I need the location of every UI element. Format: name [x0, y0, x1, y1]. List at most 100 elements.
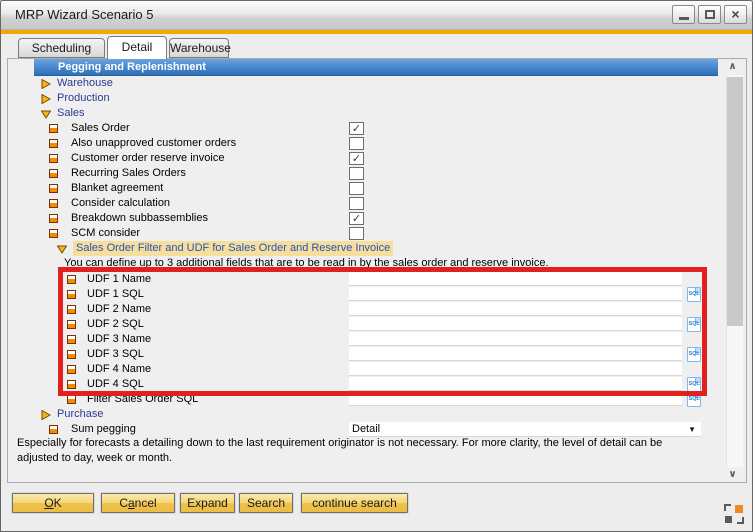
collapsed-triangle-icon[interactable]: [41, 94, 51, 104]
udf-row-2-sql: UDF 2 SQL SQL: [34, 317, 718, 332]
scrollbar-thumb[interactable]: [727, 77, 743, 326]
sql-editor-icon[interactable]: SQL: [687, 377, 701, 392]
option-label: Blanket agreement: [71, 181, 163, 196]
option-label: Customer order reserve invoice: [71, 151, 224, 166]
sql-icon-label: SQL: [689, 349, 700, 361]
tree-item-label: Sales: [57, 106, 85, 121]
checkbox-breakdown-subassemblies[interactable]: ✓: [349, 212, 364, 225]
option-label: Breakdown subbassemblies: [71, 211, 208, 226]
maximize-icon: [705, 10, 715, 19]
udf-1-sql-input[interactable]: [349, 287, 682, 301]
titlebar: MRP Wizard Scenario 5 ×: [1, 1, 752, 30]
tree-item-purchase[interactable]: Purchase: [34, 407, 718, 422]
udf-label: UDF 2 Name: [87, 302, 151, 317]
udf-label: UDF 4 SQL: [87, 377, 144, 392]
resize-grip-icon[interactable]: [724, 504, 744, 524]
udf-4-sql-input[interactable]: [349, 377, 682, 391]
option-row-unapproved-orders: Also unapproved customer orders: [34, 136, 718, 151]
expand-button[interactable]: Expand: [180, 493, 235, 513]
continue-search-button[interactable]: continue search: [301, 493, 408, 513]
udf-4-name-input[interactable]: [349, 362, 682, 376]
checkbox-reserve-invoice[interactable]: ✓: [349, 152, 364, 165]
udf-3-name-input[interactable]: [349, 332, 682, 346]
tree-item-label: Production: [57, 91, 110, 106]
field-bullet-icon: [67, 275, 76, 284]
udf-3-sql-input[interactable]: [349, 347, 682, 361]
checkbox-unapproved-orders[interactable]: [349, 137, 364, 150]
expanded-triangle-icon[interactable]: [41, 109, 51, 119]
field-bullet-icon: [67, 335, 76, 344]
tree-item-production[interactable]: Production: [34, 91, 718, 106]
filter-sales-order-sql-row: Filter Sales Order SQL SQL: [34, 392, 718, 407]
udf-section-header-label: Sales Order Filter and UDF for Sales Ord…: [73, 241, 393, 256]
udf-section-note-row: You can define up to 3 additional fields…: [34, 256, 718, 271]
field-bullet-icon: [49, 139, 58, 148]
checkbox-scm-consider[interactable]: [349, 227, 364, 240]
udf-section-header-row[interactable]: Sales Order Filter and UDF for Sales Ord…: [34, 241, 718, 256]
option-row-recurring-orders: Recurring Sales Orders: [34, 166, 718, 181]
sql-icon-label: SQL: [689, 289, 700, 301]
cancel-pre: C: [119, 496, 128, 510]
option-label: Recurring Sales Orders: [71, 166, 186, 181]
udf-label: UDF 3 Name: [87, 332, 151, 347]
minimize-icon: [679, 17, 689, 20]
udf-label: UDF 3 SQL: [87, 347, 144, 362]
ok-button[interactable]: OK: [12, 493, 94, 513]
sql-editor-icon[interactable]: SQL: [687, 347, 701, 362]
udf-2-name-input[interactable]: [349, 302, 682, 316]
checkbox-recurring-orders[interactable]: [349, 167, 364, 180]
check-icon: ✓: [350, 153, 363, 164]
sql-icon-label: SQL: [689, 394, 700, 406]
filter-sales-order-sql-input[interactable]: [349, 392, 682, 406]
udf-2-sql-input[interactable]: [349, 317, 682, 331]
option-row-reserve-invoice: Customer order reserve invoice ✓: [34, 151, 718, 166]
option-row-breakdown-subassemblies: Breakdown subbassemblies ✓: [34, 211, 718, 226]
udf-label: UDF 1 SQL: [87, 287, 144, 302]
field-bullet-icon: [67, 365, 76, 374]
sum-pegging-dropdown[interactable]: Detail ▼: [349, 422, 701, 437]
checkbox-blanket-agreement[interactable]: [349, 182, 364, 195]
sql-editor-icon[interactable]: SQL: [687, 392, 701, 407]
dropdown-arrow-icon: ▼: [688, 423, 696, 437]
tree-item-label: Purchase: [57, 407, 103, 422]
cancel-button[interactable]: Cancel: [101, 493, 175, 513]
collapsed-triangle-icon[interactable]: [41, 79, 51, 89]
scroll-down-button[interactable]: ∨: [722, 467, 743, 483]
option-row-consider-calculation: Consider calculation: [34, 196, 718, 211]
option-label: SCM consider: [71, 226, 140, 241]
tab-scheduling[interactable]: Scheduling: [18, 38, 105, 58]
window-title: MRP Wizard Scenario 5: [15, 1, 153, 29]
field-bullet-icon: [67, 380, 76, 389]
udf-1-name-input[interactable]: [349, 272, 682, 286]
search-button[interactable]: Search: [239, 493, 293, 513]
scroll-up-button[interactable]: ∧: [722, 59, 743, 75]
cancel-rest: ncel: [135, 496, 157, 510]
minimize-button[interactable]: [672, 5, 695, 24]
sql-icon-label: SQL: [689, 379, 700, 391]
field-bullet-icon: [49, 154, 58, 163]
sql-editor-icon[interactable]: SQL: [687, 287, 701, 302]
checkbox-consider-calculation[interactable]: [349, 197, 364, 210]
udf-label: UDF 1 Name: [87, 272, 151, 287]
tab-warehouse[interactable]: Warehouse: [169, 38, 229, 58]
field-bullet-icon: [67, 290, 76, 299]
maximize-button[interactable]: [698, 5, 721, 24]
check-icon: ✓: [350, 123, 363, 134]
tree-item-sales[interactable]: Sales: [34, 106, 718, 121]
section-header: Pegging and Replenishment: [34, 59, 718, 76]
udf-label: UDF 4 Name: [87, 362, 151, 377]
field-bullet-icon: [49, 169, 58, 178]
checkbox-sales-order[interactable]: ✓: [349, 122, 364, 135]
tab-detail[interactable]: Detail: [107, 36, 167, 59]
sql-editor-icon[interactable]: SQL: [687, 317, 701, 332]
field-bullet-icon: [49, 214, 58, 223]
sum-pegging-value: Detail: [352, 423, 380, 435]
close-button[interactable]: ×: [724, 5, 747, 24]
tree-item-warehouse[interactable]: Warehouse: [34, 76, 718, 91]
collapsed-triangle-icon[interactable]: [41, 410, 51, 420]
ok-rest: K: [54, 496, 62, 510]
expanded-triangle-icon[interactable]: [57, 244, 67, 254]
tree-item-label: Warehouse: [57, 76, 113, 91]
option-label: Sales Order: [71, 121, 130, 136]
field-bullet-icon: [67, 305, 76, 314]
